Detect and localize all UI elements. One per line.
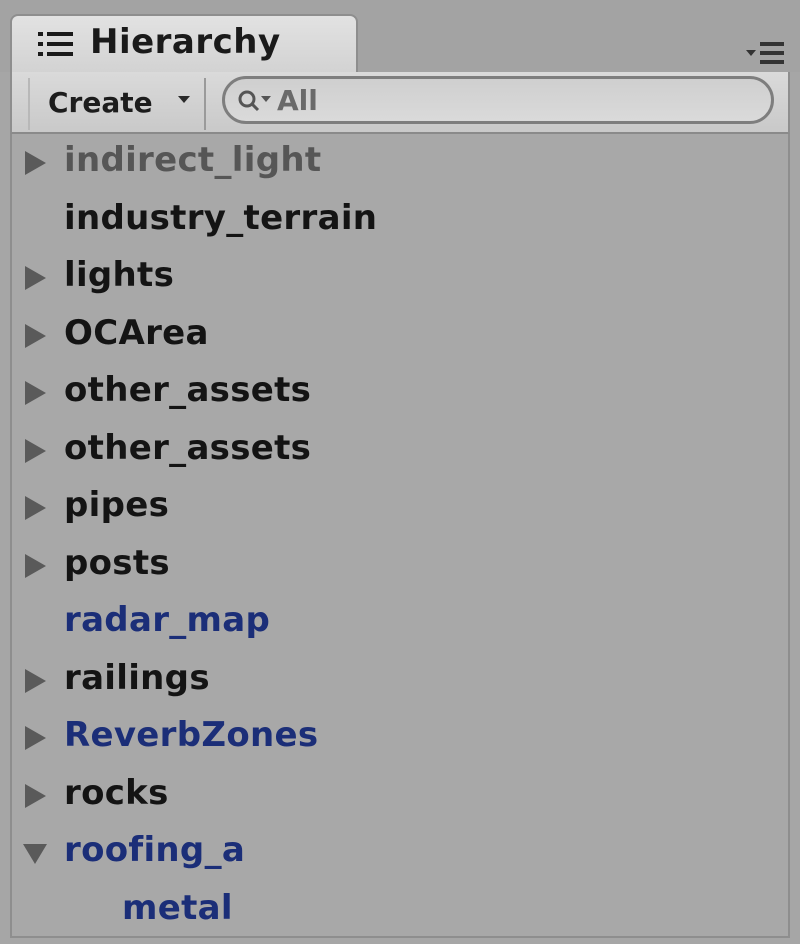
- tree-item-label: other_assets: [64, 428, 312, 468]
- hierarchy-tree: indirect_light industry_terrainlights OCAr…: [10, 134, 790, 938]
- create-label: Create: [48, 86, 153, 119]
- tree-item[interactable]: other_assets: [12, 364, 788, 422]
- collapsed-arrow-icon[interactable]: [22, 783, 48, 809]
- tree-item[interactable]: lights: [12, 249, 788, 307]
- tree-item-label: roofing_a: [64, 830, 246, 870]
- tab-hierarchy[interactable]: Hierarchy: [10, 14, 358, 74]
- expanded-arrow-icon[interactable]: [22, 840, 48, 866]
- tree-item-label: OCArea: [64, 313, 209, 353]
- tree-item-label: lights: [64, 255, 175, 295]
- search-field[interactable]: [222, 76, 774, 124]
- tree-item[interactable]: metal: [12, 882, 788, 936]
- tree-item[interactable]: posts: [12, 537, 788, 595]
- tree-item[interactable]: indirect_light: [12, 134, 788, 192]
- tree-item-label: rocks: [64, 773, 169, 813]
- collapsed-arrow-icon[interactable]: [22, 438, 48, 464]
- chevron-down-icon: [178, 96, 190, 103]
- tab-strip: Hierarchy: [0, 0, 800, 74]
- tree-item-label: posts: [64, 543, 170, 583]
- tree-item-label: indirect_light: [64, 140, 322, 180]
- tree-item[interactable]: pipes: [12, 479, 788, 537]
- search-input[interactable]: [277, 83, 757, 117]
- collapsed-arrow-icon[interactable]: [22, 380, 48, 406]
- tree-item[interactable]: railings: [12, 652, 788, 710]
- tree-item[interactable]: rocks: [12, 767, 788, 825]
- tree-item[interactable]: radar_map: [12, 594, 788, 652]
- collapsed-arrow-icon[interactable]: [22, 668, 48, 694]
- tree-item[interactable]: ReverbZones: [12, 709, 788, 767]
- tree-item-label: other_assets: [64, 370, 312, 410]
- panel-menu-icon[interactable]: [744, 38, 786, 68]
- tree-item[interactable]: other_assets: [12, 422, 788, 480]
- collapsed-arrow-icon[interactable]: [22, 495, 48, 521]
- search-icon: [238, 90, 271, 112]
- collapsed-arrow-icon[interactable]: [22, 725, 48, 751]
- tree-item-label: metal: [122, 888, 233, 928]
- tree-item-label: industry_terrain: [64, 198, 378, 238]
- tree-item[interactable]: industry_terrain: [12, 192, 788, 250]
- tree-item-label: radar_map: [64, 600, 271, 640]
- tree-item-label: pipes: [64, 485, 170, 525]
- tree-item-label: ReverbZones: [64, 715, 319, 755]
- collapsed-arrow-icon[interactable]: [22, 553, 48, 579]
- list-icon: [38, 32, 73, 56]
- collapsed-arrow-icon[interactable]: [22, 323, 48, 349]
- toolbar: Create: [10, 72, 790, 134]
- collapsed-arrow-icon[interactable]: [22, 150, 48, 176]
- tree-item[interactable]: OCArea: [12, 307, 788, 365]
- create-dropdown-button[interactable]: Create: [28, 78, 206, 130]
- tree-item[interactable]: roofing_a: [12, 824, 788, 882]
- hierarchy-window: Hierarchy Create indirect_light industry_…: [0, 0, 800, 944]
- tree-item-label: railings: [64, 658, 210, 698]
- collapsed-arrow-icon[interactable]: [22, 265, 48, 291]
- panel-title: Hierarchy: [90, 22, 281, 62]
